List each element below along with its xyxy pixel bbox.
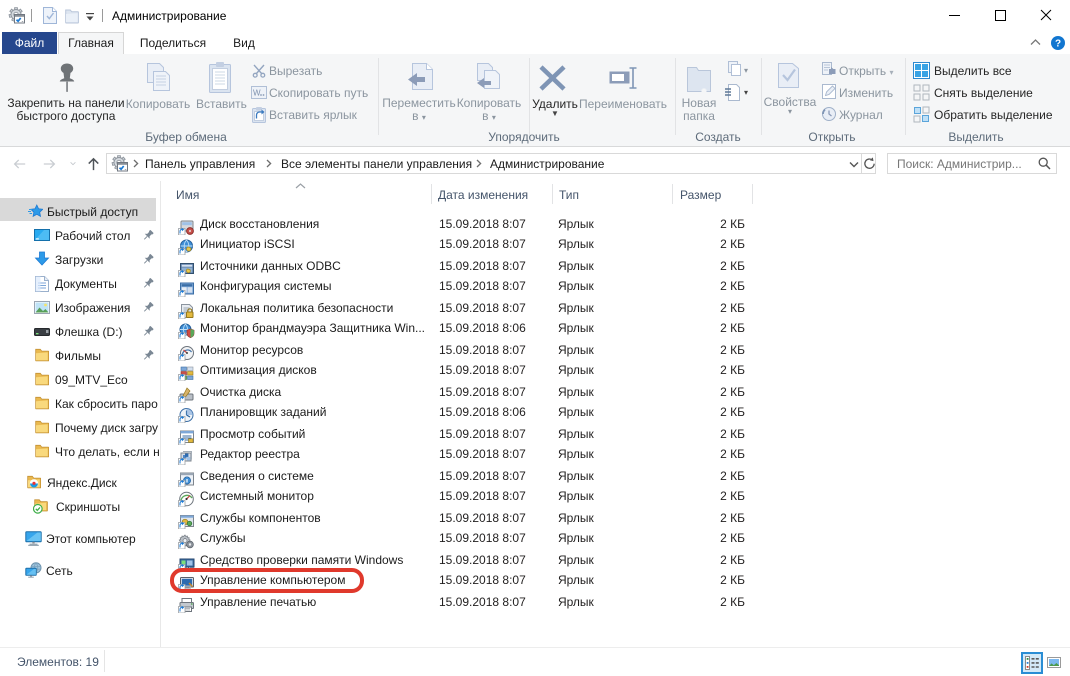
svg-text:?: ? <box>1055 38 1061 49</box>
svg-text:W: W <box>253 89 261 98</box>
